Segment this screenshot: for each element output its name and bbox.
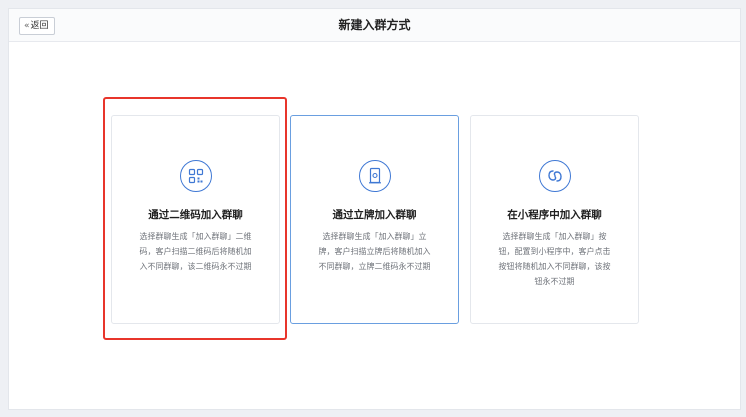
card-description: 选择群聊生成「加入群聊」按钮，配置到小程序中，客户点击按钮将随机加入不同群聊，该… bbox=[498, 232, 611, 286]
card-title: 通过二维码加入群聊 bbox=[148, 209, 243, 221]
card-title: 在小程序中加入群聊 bbox=[507, 209, 602, 221]
page-frame: « 返回 新建入群方式 通过二维码加入群聊 选择群聊生成「加入群聊」二维码，客户… bbox=[8, 8, 741, 410]
top-bar: « 返回 新建入群方式 bbox=[9, 9, 740, 42]
page-title: 新建入群方式 bbox=[338, 18, 411, 32]
card-title: 通过立牌加入群聊 bbox=[332, 209, 417, 221]
card-mini-program[interactable]: 在小程序中加入群聊 选择群聊生成「加入群聊」按钮，配置到小程序中，客户点击按钮将… bbox=[470, 115, 639, 324]
card-qr-code[interactable]: 通过二维码加入群聊 选择群聊生成「加入群聊」二维码，客户扫描二维码后将随机加入不… bbox=[111, 115, 280, 324]
qr-code-icon bbox=[179, 160, 212, 192]
card-description: 选择群聊生成「加入群聊」二维码，客户扫描二维码后将随机加入不同群聊，该二维码永不… bbox=[139, 232, 252, 271]
card-description: 选择群聊生成「加入群聊」立牌，客户扫描立牌后将随机加入不同群聊，立牌二维码永不过… bbox=[318, 232, 431, 271]
card-stand-sign[interactable]: 通过立牌加入群聊 选择群聊生成「加入群聊」立牌，客户扫描立牌后将随机加入不同群聊… bbox=[290, 115, 459, 324]
stand-sign-icon bbox=[358, 160, 391, 192]
mini-program-icon bbox=[538, 160, 571, 192]
